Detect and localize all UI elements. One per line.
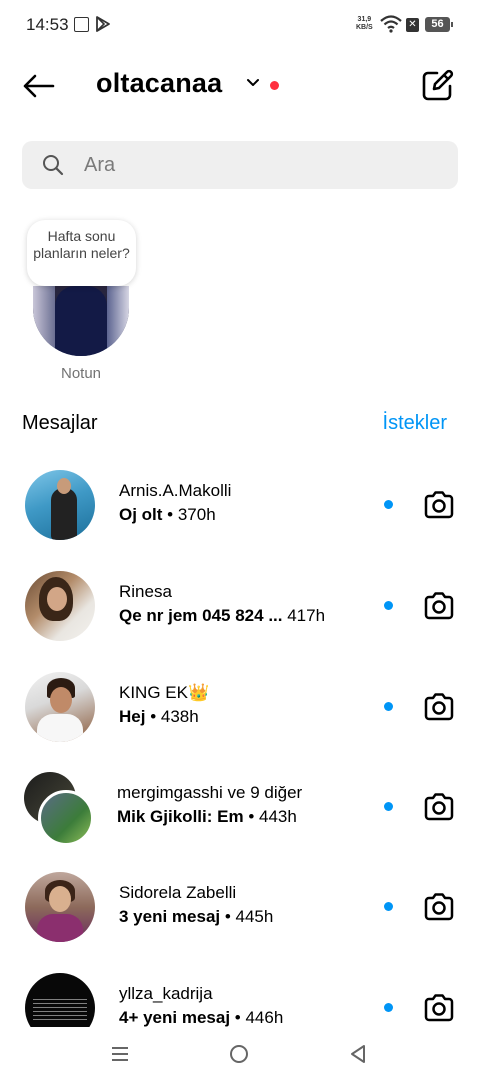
thread-row[interactable]: yllza_kadrija 4+ yeni mesaj • 446h	[0, 973, 479, 1027]
thread-name: KING EK👑	[119, 683, 210, 702]
home-button[interactable]	[230, 1045, 248, 1063]
thread-preview: Qe nr jem 045 824 ... 417h	[119, 606, 325, 626]
avatar-photo-part	[55, 286, 107, 356]
thread-name: Sidorela Zabelli	[119, 883, 237, 902]
thread-row[interactable]: Sidorela Zabelli 3 yeni mesaj • 445h	[0, 872, 479, 972]
search-icon	[43, 155, 64, 176]
thread-name: mergimgasshi ve 9 diğer	[117, 783, 303, 802]
group-avatar[interactable]	[0, 772, 100, 848]
requests-link[interactable]: İstekler	[383, 412, 447, 435]
thread-preview: Oj olt • 370h	[119, 505, 216, 525]
avatar[interactable]	[25, 672, 95, 742]
network-speed-unit: KB/S	[356, 24, 373, 31]
status-time: 14:53	[26, 15, 69, 34]
avatar[interactable]	[25, 973, 95, 1027]
thread-preview: 3 yeni mesaj • 445h	[119, 907, 273, 927]
unread-dot	[384, 902, 393, 911]
thread-preview: 4+ yeni mesaj • 446h	[119, 1008, 283, 1027]
avatar[interactable]	[25, 571, 95, 641]
preview-text: 3 yeni mesaj	[119, 907, 221, 926]
preview-text: Qe nr jem 045 824 ...	[119, 606, 283, 625]
no-sim-icon: ✕	[406, 18, 419, 32]
compose-button[interactable]	[420, 69, 454, 103]
network-speed-value: 31,9	[357, 16, 372, 23]
camera-button[interactable]	[422, 690, 456, 724]
note-bubble[interactable]: Hafta sonu planların neler?	[27, 220, 136, 286]
preview-text: Hej	[119, 707, 146, 726]
thread-preview: Hej • 438h	[119, 707, 199, 727]
thread-time: • 446h	[230, 1008, 284, 1027]
camera-button[interactable]	[422, 589, 456, 623]
unread-dot	[384, 802, 393, 811]
preview-text: Mik Gjikolli: Em	[117, 807, 244, 826]
avatar-photo-part	[33, 286, 55, 356]
thread-row[interactable]: Rinesa Qe nr jem 045 824 ... 417h	[0, 571, 479, 671]
battery-icon: 56	[425, 17, 453, 32]
camera-button[interactable]	[422, 790, 456, 824]
wifi-icon	[380, 15, 402, 33]
messages-heading: Mesajlar	[22, 412, 98, 434]
account-switcher[interactable]: oltacanaa	[96, 68, 222, 99]
status-bar: 14:53 31,9 KB/S ✕ 56	[0, 0, 479, 50]
back-nav-button[interactable]	[350, 1044, 366, 1064]
back-button[interactable]	[20, 68, 56, 104]
camera-button[interactable]	[422, 991, 456, 1025]
thread-row[interactable]: Arnis.A.Makolli Oj olt • 370h	[0, 470, 479, 570]
screenshot-notification-icon	[74, 17, 89, 32]
search-input[interactable]	[84, 141, 444, 189]
preview-text: 4+ yeni mesaj	[119, 1008, 231, 1027]
recent-apps-button[interactable]	[111, 1045, 129, 1063]
avatar[interactable]	[25, 872, 95, 942]
thread-time: • 445h	[220, 907, 274, 926]
thread-row[interactable]: KING EK👑 Hej • 438h	[0, 672, 479, 772]
thread-name: yllza_kadrija	[119, 984, 213, 1003]
notification-dot	[270, 81, 279, 90]
thread-time: • 438h	[145, 707, 199, 726]
note-avatar[interactable]	[33, 286, 129, 356]
system-nav-bar	[0, 1030, 479, 1080]
avatar[interactable]	[25, 470, 95, 540]
camera-button[interactable]	[422, 488, 456, 522]
unread-dot	[384, 1003, 393, 1012]
preview-text: Oj olt	[119, 505, 163, 524]
thread-row[interactable]: mergimgasshi ve 9 diğer Mik Gjikolli: Em…	[0, 772, 479, 872]
search-bar[interactable]	[22, 141, 458, 189]
thread-time: 417h	[282, 606, 326, 625]
thread-list: Arnis.A.Makolli Oj olt • 370h Rinesa Qe …	[0, 470, 479, 1027]
thread-time: • 443h	[243, 807, 297, 826]
unread-dot	[384, 702, 393, 711]
avatar-photo-part	[107, 286, 129, 356]
note-label: Notun	[60, 365, 102, 382]
unread-dot	[384, 500, 393, 509]
network-speed: 31,9 KB/S	[356, 16, 373, 32]
thread-name: Rinesa	[119, 582, 172, 601]
thread-preview: Mik Gjikolli: Em • 443h	[117, 807, 297, 827]
play-store-notification-icon	[96, 16, 110, 32]
chevron-down-icon[interactable]	[246, 78, 260, 88]
thread-time: • 370h	[162, 505, 216, 524]
thread-name: Arnis.A.Makolli	[119, 481, 232, 500]
unread-dot	[384, 601, 393, 610]
camera-button[interactable]	[422, 890, 456, 924]
